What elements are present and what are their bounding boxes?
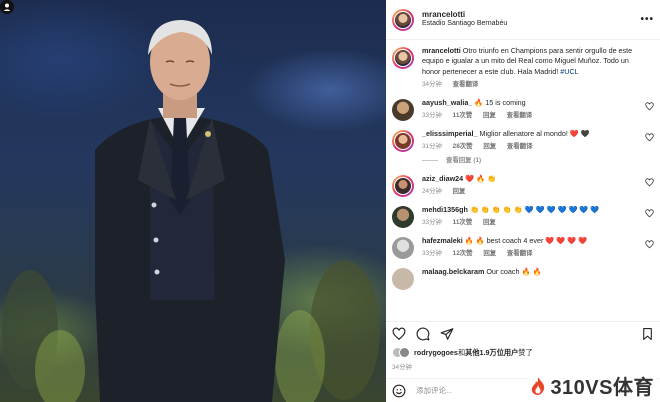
comment-time: 33分钟 <box>422 219 442 227</box>
comment-text: Miglior allenatore al mondo! ❤️ 🖤 <box>479 128 590 138</box>
user-tag-icon[interactable] <box>0 0 14 14</box>
comment-item: aayush_walia_ 🔥 15 is coming 33分钟 11次赞 回… <box>392 98 654 121</box>
heart-icon[interactable] <box>645 177 654 187</box>
comments-list[interactable]: mrancelotti Otro triunfo en Champions pa… <box>386 40 660 320</box>
caption-time: 34分钟 <box>422 81 442 89</box>
view-replies-button[interactable]: 查看回复 (1) <box>422 156 648 165</box>
more-options-icon[interactable]: ••• <box>640 14 654 25</box>
caption: mrancelotti Otro triunfo en Champions pa… <box>392 46 654 90</box>
comment-username[interactable]: malaag.belckaram <box>422 267 484 276</box>
liker-avatar <box>399 347 410 358</box>
post-location[interactable]: Estadio Santiago Bernabéu <box>422 20 640 29</box>
translate-button[interactable]: 查看翻译 <box>507 112 533 119</box>
hashtag-link[interactable]: #UCL <box>560 67 578 76</box>
comment-item: _elisssimperial_ Miglior allenatore al m… <box>392 129 654 166</box>
comment-text: 👏 👏 👏 👏 👏 💙 💙 💙 💙 💙 💙 💙 <box>469 204 600 214</box>
comment-likes[interactable]: 11次赞 <box>453 219 473 226</box>
avatar[interactable] <box>392 174 414 197</box>
watermark: 310VS体育 <box>527 371 656 400</box>
comment-likes[interactable]: 11次赞 <box>453 112 473 119</box>
post-username[interactable]: mrancelotti <box>422 10 640 20</box>
avatar[interactable] <box>392 129 414 152</box>
avatar[interactable] <box>392 8 414 31</box>
comment-text: Our coach 🔥 🔥 <box>486 266 542 276</box>
translate-button[interactable]: 查看翻译 <box>507 250 533 257</box>
like-heart-icon[interactable] <box>392 327 406 341</box>
reply-button[interactable]: 回复 <box>483 112 496 119</box>
post-header: mrancelotti Estadio Santiago Bernabéu ••… <box>386 0 660 40</box>
comment-likes[interactable]: 12次赞 <box>453 250 473 257</box>
comment-username[interactable]: hafezmaleki <box>422 236 463 245</box>
comment-text: ❤️ 🔥 👏 <box>465 173 496 183</box>
comment-item: malaag.belckaram Our coach 🔥 🔥 <box>392 267 654 290</box>
caption-username[interactable]: mrancelotti <box>422 46 461 55</box>
comment-username[interactable]: _elisssimperial_ <box>422 129 478 138</box>
comment-time: 31分钟 <box>422 143 442 151</box>
translate-button[interactable]: 查看翻译 <box>453 81 479 88</box>
reply-button[interactable]: 回复 <box>483 250 496 257</box>
reply-button[interactable]: 回复 <box>483 219 496 226</box>
comment-username[interactable]: aayush_walia_ <box>422 98 472 107</box>
post-panel: mrancelotti Estadio Santiago Bernabéu ••… <box>386 0 660 402</box>
view-replies-label: 查看回复 (1) <box>446 157 482 165</box>
watermark-text: 310VS体育 <box>550 377 654 399</box>
comment-icon[interactable] <box>416 327 430 341</box>
bookmark-icon[interactable] <box>641 327 654 341</box>
comment-time: 24分钟 <box>422 188 442 196</box>
heart-icon[interactable] <box>645 208 654 218</box>
avatar[interactable] <box>392 47 414 69</box>
post-photo[interactable] <box>0 0 386 402</box>
other-likers[interactable]: 其他1.9万位用户 <box>465 348 518 357</box>
replies-divider <box>422 160 438 162</box>
share-send-icon[interactable] <box>440 327 454 341</box>
avatar[interactable] <box>392 205 414 228</box>
comment-text: 🔥 🔥 best coach 4 ever ❤️ ❤️ ❤️ ❤️ <box>464 235 588 245</box>
likes-suffix: 赞了 <box>518 347 533 357</box>
likes-summary[interactable]: rodrygogoes和其他1.9万位用户赞了 <box>392 347 533 358</box>
comment-item: hafezmaleki 🔥 🔥 best coach 4 ever ❤️ ❤️ … <box>392 236 654 259</box>
comment-text: 🔥 15 is coming <box>474 97 526 107</box>
heart-icon[interactable] <box>645 132 654 142</box>
comment-item: aziz_diaw24 ❤️ 🔥 👏 24分钟 回复 <box>392 174 654 197</box>
heart-icon[interactable] <box>645 239 654 249</box>
avatar[interactable] <box>392 267 414 290</box>
flame-logo-icon <box>532 376 545 395</box>
ancelotti-image <box>2 20 380 402</box>
comment-time: 33分钟 <box>422 250 442 258</box>
emoji-icon[interactable] <box>392 384 406 398</box>
liker-username[interactable]: rodrygogoes <box>414 348 458 357</box>
add-comment-input[interactable]: 添加评论... <box>416 385 452 396</box>
reply-button[interactable]: 回复 <box>453 188 466 195</box>
comment-username[interactable]: aziz_diaw24 <box>422 174 463 183</box>
comment-item: mehdi1356gh 👏 👏 👏 👏 👏 💙 💙 💙 💙 💙 💙 💙 33分钟… <box>392 205 654 228</box>
heart-icon[interactable] <box>645 101 654 111</box>
avatar[interactable] <box>392 236 414 259</box>
avatar[interactable] <box>392 98 414 121</box>
comment-username[interactable]: mehdi1356gh <box>422 205 468 214</box>
post-time: 34分钟 <box>392 364 412 371</box>
translate-button[interactable]: 查看翻译 <box>507 143 533 150</box>
comment-time: 33分钟 <box>422 112 442 120</box>
reply-button[interactable]: 回复 <box>483 143 496 150</box>
action-bar <box>386 321 660 345</box>
comment-likes[interactable]: 28次赞 <box>453 143 473 150</box>
